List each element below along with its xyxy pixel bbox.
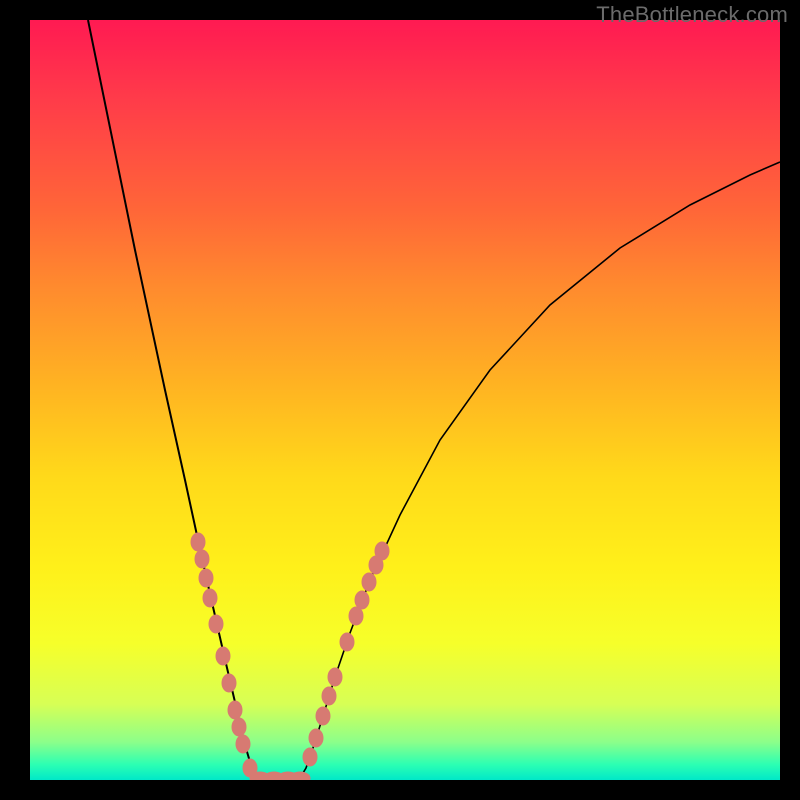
data-dot <box>316 707 330 725</box>
data-dot <box>216 647 230 665</box>
curve-left <box>88 20 258 778</box>
data-dot <box>222 674 236 692</box>
data-dot <box>375 542 389 560</box>
watermark-text: TheBottleneck.com <box>596 2 788 28</box>
data-dot <box>209 615 223 633</box>
data-dot <box>340 633 354 651</box>
chart-area <box>30 20 780 780</box>
data-dot <box>232 718 246 736</box>
data-dot <box>362 573 376 591</box>
data-dot <box>199 569 213 587</box>
plot-svg <box>30 20 780 780</box>
data-dot <box>195 550 209 568</box>
data-dot <box>303 748 317 766</box>
data-dot <box>236 735 250 753</box>
data-dot <box>355 591 369 609</box>
data-dot <box>228 701 242 719</box>
data-dot <box>309 729 323 747</box>
data-dot <box>328 668 342 686</box>
data-dot <box>203 589 217 607</box>
data-dot <box>191 533 205 551</box>
data-dot <box>290 772 310 780</box>
data-dot <box>349 607 363 625</box>
data-dot <box>322 687 336 705</box>
dots-group <box>191 533 389 780</box>
